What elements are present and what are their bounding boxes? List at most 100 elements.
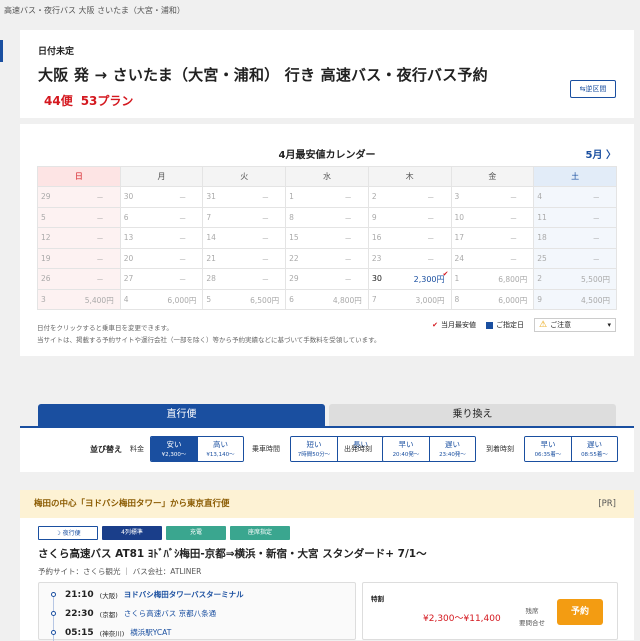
day-price: － bbox=[96, 213, 104, 223]
calendar-day[interactable]: 5 － bbox=[37, 206, 121, 228]
calendar-day[interactable]: 12 － bbox=[37, 227, 121, 249]
duration-short-sub: 7時間50分〜 bbox=[297, 452, 331, 458]
day-price: － bbox=[592, 254, 601, 264]
check-mark-icon: ✔ bbox=[432, 321, 438, 329]
calendar-day[interactable]: 4 － bbox=[533, 186, 617, 208]
tab-direct[interactable]: 直行便 bbox=[38, 404, 325, 426]
calendar-day[interactable]: 13 － bbox=[119, 227, 204, 249]
fare-high-button[interactable]: 高い ¥13,140〜 bbox=[197, 437, 243, 461]
calendar-day[interactable]: 25 － bbox=[533, 247, 617, 269]
calendar-day[interactable]: 23 － bbox=[367, 247, 452, 269]
stop-area: (大阪) bbox=[99, 591, 118, 600]
badge-seat-reserve: 座席指定 bbox=[230, 526, 290, 540]
reverse-route-button[interactable]: ⇆逆区間 bbox=[570, 80, 616, 98]
calendar-day[interactable]: 16 － bbox=[367, 227, 452, 249]
calendar-day[interactable]: 6 4,800円 bbox=[285, 288, 369, 310]
calendar-day[interactable]: 5 6,500円 bbox=[202, 288, 287, 310]
calendar-day[interactable]: 9 － bbox=[367, 206, 452, 228]
calendar-day[interactable]: 4 6,000円 bbox=[119, 288, 204, 310]
day-price: － bbox=[509, 193, 518, 202]
calendar-day[interactable]: 6 － bbox=[119, 206, 204, 228]
day-price: 5,500円 bbox=[581, 275, 610, 284]
arrival-late-button[interactable]: 遅い 08:55着〜 bbox=[571, 437, 617, 461]
route-header: 日付未定 大阪 発 → さいたま（大宮・浦和） 行き 高速バス・夜行バス予約 4… bbox=[20, 30, 634, 118]
stop-item: 21:10 (大阪) ヨドバシ梅田タワーバスターミナル bbox=[51, 589, 244, 600]
calendar-day[interactable]: 28 － bbox=[202, 268, 287, 290]
day-number: 5 bbox=[206, 294, 212, 304]
next-month-link[interactable]: 5月 〉 bbox=[586, 146, 616, 161]
calendar-day[interactable]: 29 － bbox=[285, 268, 369, 290]
calendar-day[interactable]: 2 － bbox=[367, 186, 452, 208]
calendar-day[interactable]: 18 － bbox=[533, 227, 617, 249]
reserve-button[interactable]: 予約 bbox=[557, 599, 603, 625]
calendar-day[interactable]: 30 2,300円 ✔ bbox=[367, 268, 452, 290]
day-price: 5,400円 bbox=[84, 295, 114, 305]
badge-night-label: 夜行便 bbox=[62, 530, 81, 537]
day-number: 11 bbox=[537, 212, 547, 222]
stop-item: 05:15 (神奈川) 横浜駅YCAT bbox=[51, 627, 171, 638]
day-price: 4,500円 bbox=[581, 295, 610, 305]
calendar-day[interactable]: 7 3,000円 bbox=[367, 288, 452, 310]
calendar-day[interactable]: 7 － bbox=[202, 206, 287, 228]
left-accent-bar bbox=[0, 40, 3, 62]
legend-cheapest: ✔ 当月最安値 bbox=[432, 320, 476, 330]
calendar-day[interactable]: 24 － bbox=[450, 247, 535, 269]
calendar-day[interactable]: 20 － bbox=[119, 247, 204, 269]
seat-availability: 残席 要問合せ bbox=[519, 605, 545, 629]
commission-note: 当サイトは、掲載する予約サイトや運行会社（一部を除く）等から予約実績などに基づい… bbox=[37, 336, 381, 344]
departure-sort-label: 出発時刻 bbox=[344, 445, 372, 453]
calendar-day[interactable]: 8 － bbox=[285, 206, 369, 228]
calendar-day[interactable]: 2 5,500円 bbox=[533, 268, 617, 290]
duration-short-button[interactable]: 短い 7時間50分〜 bbox=[291, 437, 337, 461]
calendar-day[interactable]: 21 － bbox=[202, 247, 287, 269]
calendar-day[interactable]: 26 － bbox=[37, 268, 121, 290]
day-number: 27 bbox=[123, 274, 134, 283]
calendar-day[interactable]: 31 － bbox=[202, 186, 287, 208]
date-status: 日付未定 bbox=[38, 47, 75, 57]
calendar-day[interactable]: 8 6,000円 bbox=[450, 288, 535, 310]
calendar-day[interactable]: 11 － bbox=[533, 206, 617, 228]
calendar-day[interactable]: 17 － bbox=[450, 227, 535, 249]
weekday-header: 日 bbox=[37, 166, 121, 187]
departure-late-button[interactable]: 遅い 23:40発〜 bbox=[429, 437, 475, 461]
calendar-day[interactable]: 15 － bbox=[285, 227, 369, 249]
departure-early-label: 早い bbox=[398, 440, 414, 449]
bus-result-card[interactable]: 梅田の中心「ヨドバシ梅田タワー」から東京直行便 [PR] ☽ 夜行便 4列標準 … bbox=[20, 490, 634, 641]
calendar-day[interactable]: 22 － bbox=[285, 247, 369, 269]
calendar-day[interactable]: 30 － bbox=[119, 186, 204, 208]
caution-dropdown[interactable]: ⚠ ご注意 ▾ bbox=[534, 318, 616, 332]
calendar-day[interactable]: 10 － bbox=[450, 206, 535, 228]
calendar-day[interactable]: 1 6,800円 bbox=[450, 268, 535, 290]
calendar-day[interactable]: 1 － bbox=[285, 186, 369, 208]
tab-transfer[interactable]: 乗り換え bbox=[329, 404, 616, 426]
plan-label: 特割 bbox=[371, 595, 384, 603]
calendar-day[interactable]: 19 － bbox=[37, 247, 121, 269]
bus-name-link[interactable]: さくら高速バス AT81 ﾖﾄﾞﾊﾞｼ梅田-京都⇒横浜・新宿・大宮 スタンダード… bbox=[38, 546, 427, 561]
day-price: － bbox=[427, 213, 435, 223]
day-price: － bbox=[592, 234, 601, 243]
departure-early-button[interactable]: 早い 20:40発〜 bbox=[383, 437, 429, 461]
stop-dot-icon bbox=[51, 592, 56, 597]
day-number: 8 bbox=[454, 294, 460, 304]
calendar-day[interactable]: 3 5,400円 bbox=[37, 288, 121, 310]
calendar-day[interactable]: 3 － bbox=[450, 186, 535, 208]
legend-cheapest-label: 当月最安値 bbox=[441, 321, 476, 329]
day-number: 29 bbox=[41, 192, 51, 201]
calendar-day[interactable]: 9 4,500円 bbox=[533, 288, 617, 310]
day-price: － bbox=[427, 254, 435, 264]
day-number: 31 bbox=[206, 192, 216, 201]
calendar-day[interactable]: 29 － bbox=[37, 186, 121, 208]
day-price: － bbox=[344, 275, 352, 284]
fare-cheap-button[interactable]: 安い ¥2,300〜 bbox=[151, 437, 197, 461]
arrival-early-button[interactable]: 早い 06:35着〜 bbox=[525, 437, 571, 461]
stop-time: 05:15 bbox=[65, 627, 94, 638]
stop-name: さくら高速バス 京都八条通 bbox=[123, 609, 217, 618]
day-number: 6 bbox=[289, 294, 294, 304]
badge-charging: 充電 bbox=[166, 526, 226, 540]
calendar-day[interactable]: 27 － bbox=[119, 268, 204, 290]
calendar-day[interactable]: 14 － bbox=[202, 227, 287, 249]
day-number: 29 bbox=[289, 274, 299, 283]
day-price: － bbox=[261, 254, 270, 264]
day-price: － bbox=[427, 234, 435, 243]
sort-bar: 並び替え 料金 安い ¥2,300〜 高い ¥13,140〜 乗車時間 短い 7時間5… bbox=[20, 428, 634, 472]
